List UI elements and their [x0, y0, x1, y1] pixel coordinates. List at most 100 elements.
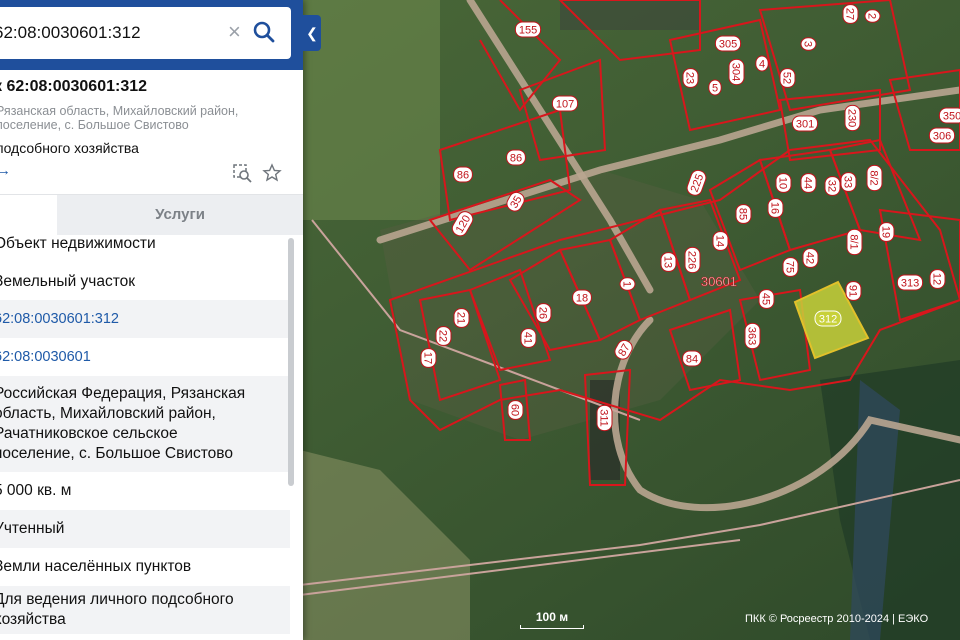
- attribute-line: Рачатниковское сельское: [0, 425, 178, 442]
- search-input[interactable]: [0, 21, 214, 45]
- scale-bar: 100 м: [520, 610, 584, 629]
- parcel-label[interactable]: 4: [755, 55, 769, 72]
- parcel-label[interactable]: 1: [619, 277, 636, 291]
- parcel-label-text: 86: [457, 170, 469, 182]
- attribute-value: 5 000 кв. м: [0, 482, 72, 499]
- parcel-label-text: 26: [537, 307, 549, 319]
- selected-parcel-label[interactable]: 312: [814, 310, 842, 327]
- parcel-label[interactable]: 26: [535, 303, 552, 323]
- arrow-icon[interactable]: →: [0, 162, 11, 179]
- parcel-label-text: 44: [802, 177, 814, 189]
- parcel-label[interactable]: 2: [864, 9, 881, 23]
- parcel-label[interactable]: 304: [728, 58, 745, 86]
- parcel-label-text: 13: [662, 256, 674, 268]
- parcel-label[interactable]: 8/1: [846, 228, 863, 256]
- parcel-label[interactable]: 13: [660, 252, 677, 272]
- attribute-value: Учтенный: [0, 520, 65, 537]
- parcel-label[interactable]: 306: [928, 127, 956, 144]
- parcel-label[interactable]: 23: [682, 68, 699, 88]
- parcel-label[interactable]: 17: [420, 348, 437, 368]
- search-icon[interactable]: [252, 19, 276, 45]
- parcel-label[interactable]: 21: [453, 308, 470, 328]
- parcel-label-text: 33: [842, 176, 854, 188]
- parcel-label[interactable]: 44: [800, 173, 817, 193]
- parcel-label[interactable]: 301: [791, 115, 819, 132]
- parcel-label[interactable]: 60: [507, 400, 524, 420]
- parcel-label[interactable]: 16: [767, 198, 784, 218]
- parcel-label[interactable]: 5: [708, 79, 722, 96]
- star-icon[interactable]: [262, 163, 282, 183]
- parcel-label[interactable]: 84: [682, 350, 702, 367]
- parcel-label[interactable]: 14: [712, 231, 729, 251]
- parcel-label-text: 305: [719, 39, 737, 51]
- zoom-to-object-icon[interactable]: [232, 163, 252, 183]
- attribute-value: Объект недвижимости: [0, 235, 156, 252]
- parcel-label-text: 3: [802, 41, 814, 47]
- parcel-label[interactable]: 226: [684, 246, 701, 274]
- parcel-label[interactable]: 305: [714, 35, 742, 52]
- attribute-line: хозяйства: [0, 611, 66, 628]
- attribute-row: 62:08:0030601: [0, 338, 290, 376]
- tab-bar: Услуги: [0, 194, 303, 235]
- object-purpose: подсобного хозяйства: [0, 140, 139, 156]
- parcel-label[interactable]: 363: [744, 322, 761, 350]
- scrollbar[interactable]: [288, 238, 294, 486]
- attribute-row: Российская Федерация, Рязанская область,…: [0, 376, 290, 472]
- parcel-label[interactable]: 313: [896, 274, 924, 291]
- attribute-row: Для ведения личного подсобного хозяйства: [0, 586, 290, 634]
- parcel-label[interactable]: 311: [596, 404, 613, 432]
- parcel-label-text: 21: [455, 312, 467, 324]
- parcel-label-text: 304: [730, 63, 742, 81]
- parcel-label[interactable]: 32: [824, 176, 841, 196]
- parcel-label[interactable]: 52: [779, 68, 796, 88]
- parcel-label[interactable]: 33: [840, 172, 857, 192]
- quarter-label: 30601: [701, 274, 737, 289]
- parcel-label-text: 363: [746, 327, 758, 345]
- attribute-row: Объект недвижимости: [0, 234, 290, 264]
- parcel-label[interactable]: 85: [735, 204, 752, 224]
- parcel-label-text: 41: [522, 332, 534, 344]
- attribute-row: 62:08:0030601:312: [0, 300, 290, 338]
- parcel-label[interactable]: 230: [844, 104, 861, 132]
- parcel-label[interactable]: 8/2: [866, 164, 883, 192]
- parcel-label[interactable]: 350: [938, 107, 960, 124]
- parcel-label[interactable]: 45: [758, 289, 775, 309]
- parcel-label[interactable]: 91: [845, 281, 862, 301]
- parcel-label[interactable]: 27: [842, 4, 859, 24]
- address-line: Рязанская область, Михайловский район,: [0, 104, 239, 118]
- parcel-label[interactable]: 3: [800, 37, 817, 51]
- parcel-label[interactable]: 107: [551, 95, 579, 112]
- parcel-label-text: 32: [826, 180, 838, 192]
- parcel-label-text: 60: [509, 404, 521, 416]
- parcel-label[interactable]: 19: [878, 222, 895, 242]
- parcel-label[interactable]: 12: [929, 269, 946, 289]
- parcel-label[interactable]: 22: [435, 326, 452, 346]
- parcel-label[interactable]: 75: [782, 257, 799, 277]
- attribute-line: Для ведения личного подсобного: [0, 591, 234, 608]
- parcel-label-text: 91: [847, 285, 859, 297]
- parcel-label-text: 226: [686, 251, 698, 269]
- parcel-label[interactable]: 42: [802, 248, 819, 268]
- parcel-label-text: 18: [576, 293, 588, 305]
- parcel-label-text: 16: [769, 202, 781, 214]
- parcel-label[interactable]: 10: [775, 173, 792, 193]
- chevron-left-icon[interactable]: ❮: [303, 15, 321, 51]
- parcel-label-text: 311: [598, 409, 610, 427]
- selected-parcel-label-text: 312: [819, 314, 837, 326]
- parcel-label[interactable]: 155: [514, 21, 542, 38]
- parcel-label[interactable]: 18: [572, 289, 592, 306]
- parcel-label-text: 85: [737, 208, 749, 220]
- close-icon[interactable]: ×: [228, 21, 246, 45]
- search-box: ×: [0, 7, 291, 59]
- cadastral-number-link[interactable]: 62:08:0030601:312: [0, 309, 119, 329]
- quarter-number-link[interactable]: 62:08:0030601: [0, 347, 91, 367]
- tab-services[interactable]: Услуги: [57, 195, 303, 235]
- parcel-label[interactable]: 41: [520, 328, 537, 348]
- tab-info[interactable]: [0, 195, 57, 235]
- parcel-label-text: 27: [844, 8, 856, 20]
- search-bar: ×: [0, 0, 303, 70]
- parcel-label[interactable]: 86: [506, 149, 526, 166]
- parcel-label[interactable]: 86: [453, 166, 473, 183]
- attribute-value: Земли населённых пунктов: [0, 558, 192, 575]
- parcel-label-text: 155: [519, 25, 537, 37]
